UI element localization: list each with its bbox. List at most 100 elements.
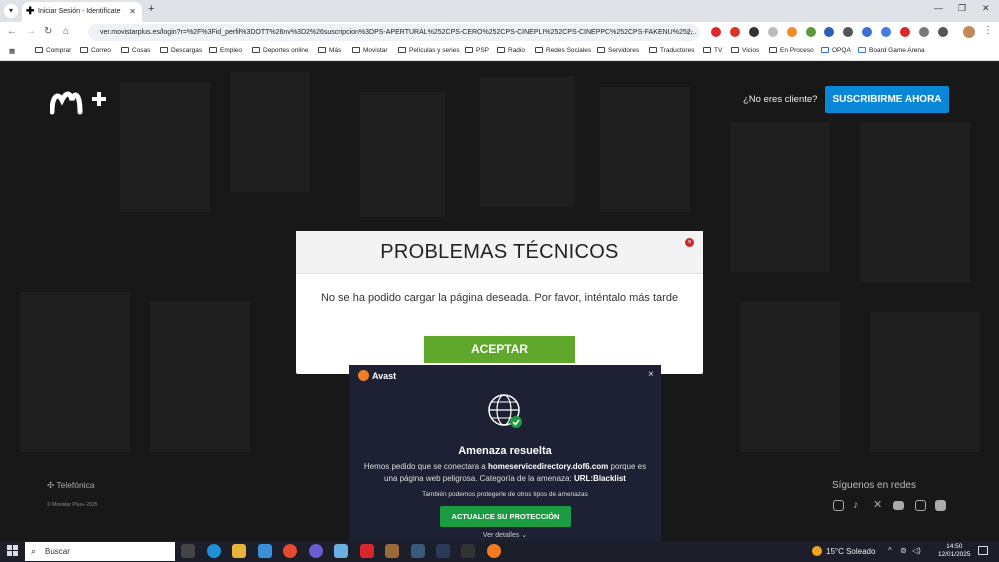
bookmark-folder[interactable]: Comprar <box>35 47 71 54</box>
file-explorer-icon[interactable] <box>232 544 246 558</box>
minimize-icon[interactable]: — <box>934 3 943 13</box>
back-icon[interactable]: ← <box>7 26 17 37</box>
extension-icon[interactable] <box>806 27 816 37</box>
bookmark-star-icon[interactable]: ☆ <box>686 24 694 41</box>
bookmark-folder[interactable]: TV <box>703 47 722 54</box>
bookmark-folder[interactable]: Descargas <box>160 47 202 54</box>
bookmark-folder[interactable]: Vicios <box>731 47 759 54</box>
forward-icon[interactable]: → <box>26 26 36 37</box>
youtube-icon[interactable] <box>893 501 904 510</box>
modal-close-icon[interactable]: × <box>685 238 694 247</box>
app-icon[interactable] <box>411 544 425 558</box>
windows-taskbar: ⌕ Buscar 15°C Soleado ^ ⊚ ◁) 14:50 12/01… <box>0 541 999 562</box>
tab-close-icon[interactable]: ✕ <box>129 2 136 22</box>
network-icon[interactable]: ⊚ <box>900 546 907 555</box>
copyright-text: © Movistar Plus+ 2025 <box>47 502 98 508</box>
view-details-link[interactable]: Ver detalles ⌄ <box>349 531 661 539</box>
instagram-icon[interactable] <box>833 500 844 511</box>
clock[interactable]: 14:50 12/01/2025 <box>938 543 971 559</box>
tiktok-icon[interactable]: ♪ <box>853 500 864 511</box>
movistar-favicon-icon: ✚ <box>26 6 35 17</box>
app-icon[interactable] <box>334 544 348 558</box>
error-modal: PROBLEMAS TÉCNICOS × No se ha podido car… <box>296 231 703 374</box>
movistar-plus-logo[interactable] <box>50 86 110 116</box>
bookmark-folder[interactable]: Deportes online <box>252 47 309 54</box>
screen: ▾ ✚ Iniciar Sesión - Identifícate ✕ + — … <box>0 0 999 562</box>
extension-icon[interactable] <box>843 27 853 37</box>
bookmark-link[interactable]: Board Game Arena <box>858 47 925 54</box>
bookmark-link[interactable]: OPQA <box>821 47 851 54</box>
app-icon[interactable] <box>360 544 374 558</box>
extension-icon[interactable] <box>711 27 721 37</box>
x-icon[interactable]: ✕ <box>873 500 884 511</box>
bookmark-folder[interactable]: Empleo <box>209 47 242 54</box>
bookmark-folder[interactable]: Más <box>318 47 341 54</box>
apps-grid-icon[interactable]: ▦ <box>9 47 15 55</box>
accept-button[interactable]: ACEPTAR <box>424 336 575 363</box>
extension-icon[interactable] <box>768 27 778 37</box>
avast-close-icon[interactable]: × <box>648 369 654 380</box>
taskbar-search[interactable]: ⌕ Buscar <box>25 542 175 561</box>
update-protection-button[interactable]: ACTUALICE SU PROTECCIÓN <box>440 506 571 527</box>
bookmark-folder[interactable]: Servidores <box>597 47 639 54</box>
bookmark-folder[interactable]: En Proceso <box>769 47 814 54</box>
reload-icon[interactable]: ↻ <box>44 26 52 37</box>
bookmark-folder[interactable]: Movistar <box>352 47 388 54</box>
task-view-icon[interactable] <box>181 544 195 558</box>
extension-icon[interactable] <box>919 27 929 37</box>
extension-icon[interactable] <box>787 27 797 37</box>
extension-icon[interactable] <box>730 27 740 37</box>
globe-shield-icon <box>488 394 522 428</box>
new-tab-button[interactable]: + <box>148 3 154 15</box>
bookmark-folder[interactable]: Traductores <box>649 47 694 54</box>
address-bar[interactable]: ver.movistarplus.es/login?r=%2F%3Fid_per… <box>88 24 700 41</box>
twitch-icon[interactable] <box>915 500 926 511</box>
steam-icon[interactable] <box>436 544 450 558</box>
threat-domain: homeservicedirectory.dof6.com <box>487 462 609 471</box>
subscribe-button[interactable]: SUSCRIBIRME AHORA <box>825 86 949 113</box>
bookmark-folder[interactable]: Películas y series <box>398 47 460 54</box>
extension-icon[interactable] <box>881 27 891 37</box>
bookmark-folder[interactable]: Correo <box>80 47 111 54</box>
avast-logo-icon <box>358 370 369 381</box>
app-icon[interactable] <box>385 544 399 558</box>
tab-search-icon[interactable]: ▾ <box>4 4 18 18</box>
windows-start-icon[interactable] <box>7 545 19 557</box>
weather-widget[interactable]: 15°C Soleado <box>812 546 875 556</box>
facebook-icon[interactable] <box>935 500 946 511</box>
no-client-text: ¿No eres cliente? <box>743 94 818 105</box>
chrome-icon[interactable] <box>283 544 297 558</box>
volume-icon[interactable]: ◁) <box>912 546 921 555</box>
window-close-icon[interactable]: ✕ <box>982 3 990 14</box>
app-icon[interactable] <box>461 544 475 558</box>
profile-avatar[interactable] <box>963 26 975 38</box>
puzzle-icon[interactable] <box>938 27 948 37</box>
search-icon: ⌕ <box>31 546 37 556</box>
bookmark-folder[interactable]: Radio <box>497 47 525 54</box>
extension-icon[interactable] <box>862 27 872 37</box>
avast-header: Avast <box>358 370 396 381</box>
bookmark-folder[interactable]: Cosas <box>121 47 150 54</box>
maximize-icon[interactable]: ❐ <box>958 3 966 14</box>
store-icon[interactable] <box>258 544 272 558</box>
menu-dots-icon[interactable]: ⋮ <box>983 25 993 36</box>
bookmark-folder[interactable]: Redes Sociales <box>535 47 591 54</box>
tab-title: Iniciar Sesión - Identifícate <box>38 8 121 15</box>
browser-tab[interactable]: ✚ Iniciar Sesión - Identifícate ✕ <box>22 2 142 22</box>
telefonica-logo[interactable]: ✣ Telefónica <box>47 480 95 491</box>
sun-icon <box>812 546 822 556</box>
tray-chevron-icon[interactable]: ^ <box>888 546 892 555</box>
notification-icon[interactable] <box>978 546 988 555</box>
edge-icon[interactable] <box>207 544 221 558</box>
social-title: Síguenos en redes <box>832 480 916 491</box>
bookmark-folder[interactable]: PSP <box>465 47 489 54</box>
extension-icon[interactable] <box>824 27 834 37</box>
extension-icon[interactable] <box>900 27 910 37</box>
home-icon[interactable]: ⌂ <box>63 26 69 37</box>
modal-message: No se ha podido cargar la página deseada… <box>320 292 679 304</box>
modal-header: PROBLEMAS TÉCNICOS × <box>296 231 703 274</box>
extension-icon[interactable] <box>749 27 759 37</box>
avast-body: Hemos pedido que se conectara a homeserv… <box>363 462 647 483</box>
avast-taskbar-icon[interactable] <box>487 544 501 558</box>
app-icon[interactable] <box>309 544 323 558</box>
